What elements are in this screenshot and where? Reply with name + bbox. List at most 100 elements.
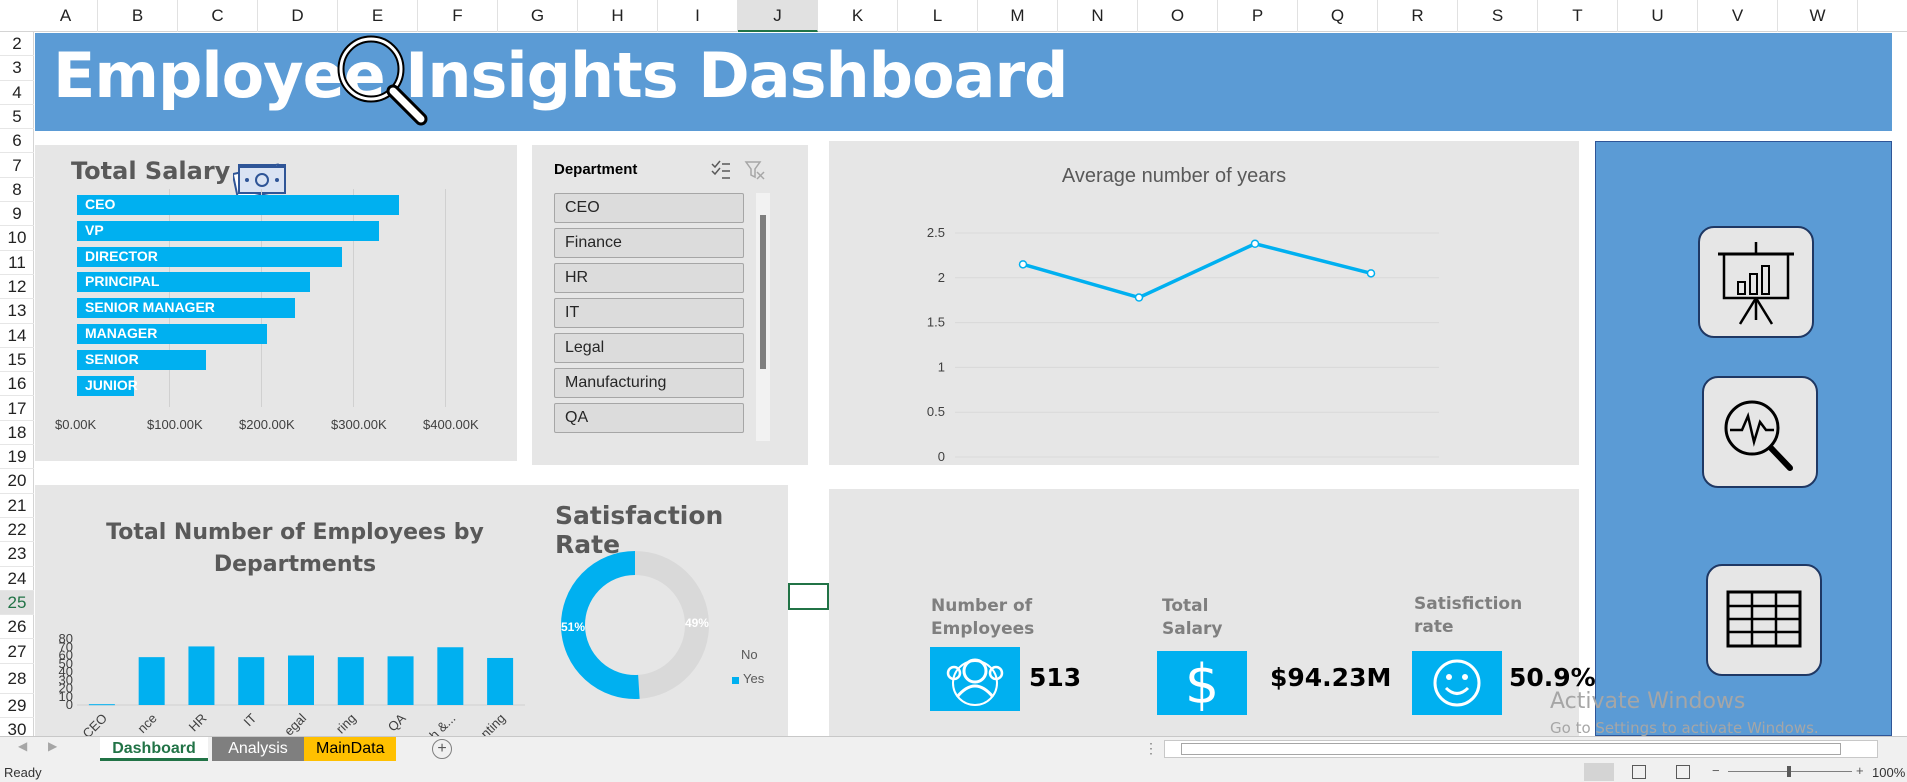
column-header-v[interactable]: V	[1698, 0, 1778, 32]
dashboard-title: Employee Insights Dashboard	[53, 39, 1068, 112]
nav-data-button[interactable]	[1706, 564, 1822, 676]
row-header-2[interactable]: 2	[0, 32, 34, 57]
column-header-m[interactable]: M	[978, 0, 1058, 32]
horizontal-scroll-thumb[interactable]	[1181, 743, 1841, 755]
slicer-item[interactable]: Legal	[554, 333, 744, 363]
page-break-icon[interactable]	[1676, 765, 1690, 779]
tab-splitter-icon[interactable]: ⋮	[1144, 740, 1158, 757]
column-header-u[interactable]: U	[1618, 0, 1698, 32]
row-header-10[interactable]: 10	[0, 226, 34, 251]
normal-view-icon[interactable]	[1584, 763, 1614, 781]
sheet-canvas[interactable]: Employee Insights Dashboard Total Salary…	[35, 33, 1907, 736]
slicer-item[interactable]: CEO	[554, 193, 744, 223]
row-header-18[interactable]: 18	[0, 421, 34, 446]
slicer-item[interactable]: Finance	[554, 228, 744, 258]
column-header-w[interactable]: W	[1778, 0, 1858, 32]
row-header-14[interactable]: 14	[0, 324, 34, 348]
column-header-n[interactable]: N	[1058, 0, 1138, 32]
row-header-19[interactable]: 19	[0, 445, 34, 470]
line-series	[1022, 241, 1372, 300]
column-header-o[interactable]: O	[1138, 0, 1218, 32]
row-header-26[interactable]: 26	[0, 615, 34, 640]
slicer-scroll-thumb[interactable]	[760, 215, 766, 369]
row-header-27[interactable]: 27	[0, 640, 34, 664]
legend-no: No	[741, 647, 758, 662]
row-header-20[interactable]: 20	[0, 469, 34, 494]
column-header-c[interactable]: C	[178, 0, 258, 32]
tab-analysis[interactable]: Analysis	[212, 737, 304, 761]
column-header-t[interactable]: T	[1538, 0, 1618, 32]
horizontal-scrollbar[interactable]	[1164, 740, 1878, 758]
zoom-in-icon[interactable]: +	[1856, 763, 1864, 778]
row-header-21[interactable]: 21	[0, 494, 34, 518]
row-header-22[interactable]: 22	[0, 518, 34, 543]
column-header-s[interactable]: S	[1458, 0, 1538, 32]
salary-x-tick: $300.00K	[331, 417, 387, 432]
slicer-item[interactable]: QA	[554, 403, 744, 433]
row-header-25[interactable]: 25	[0, 590, 34, 616]
column-header-k[interactable]: K	[818, 0, 898, 32]
tab-maindata[interactable]: MainData	[304, 737, 396, 761]
active-cell[interactable]	[788, 583, 829, 610]
row-header-24[interactable]: 24	[0, 567, 34, 591]
salary-x-tick: $0.00K	[55, 417, 97, 432]
clear-filter-icon[interactable]	[744, 159, 766, 181]
row-header-17[interactable]: 17	[0, 397, 34, 421]
column-header-h[interactable]: H	[578, 0, 658, 32]
column-header-l[interactable]: L	[898, 0, 978, 32]
slicer-item[interactable]: HR	[554, 263, 744, 293]
zoom-out-icon[interactable]: −	[1712, 763, 1720, 778]
row-header-3[interactable]: 3	[0, 56, 34, 81]
column-header-j[interactable]: J	[738, 0, 818, 32]
row-header-16[interactable]: 16	[0, 372, 34, 397]
nav-dashboard-button[interactable]	[1698, 226, 1814, 338]
row-header-28[interactable]: 28	[0, 664, 34, 694]
column-header-d[interactable]: D	[258, 0, 338, 32]
row-header-4[interactable]: 4	[0, 81, 34, 105]
row-header-15[interactable]: 15	[0, 348, 34, 373]
dept-x-tick: QA	[385, 710, 409, 734]
tab-scroll-right-icon[interactable]: ▶	[48, 739, 57, 753]
row-header-6[interactable]: 6	[0, 129, 34, 154]
column-header-r[interactable]: R	[1378, 0, 1458, 32]
column-header-q[interactable]: Q	[1298, 0, 1378, 32]
slicer-item[interactable]: Manufacturing	[554, 368, 744, 398]
salary-bar: SENIOR MANAGER	[77, 298, 296, 319]
row-header-5[interactable]: 5	[0, 105, 34, 130]
multi-select-icon[interactable]	[710, 159, 732, 181]
dept-y-tick: 0	[66, 697, 73, 712]
line-point	[1366, 269, 1376, 278]
salary-bar: JUNIOR	[77, 375, 138, 396]
tab-dashboard[interactable]: Dashboard	[100, 737, 208, 761]
dept-x-tick: ch &...	[422, 711, 459, 736]
line-y-tick: 0.5	[927, 404, 945, 419]
column-header-f[interactable]: F	[418, 0, 498, 32]
tab-scroll-left-icon[interactable]: ◀	[18, 739, 27, 753]
add-sheet-button[interactable]: +	[432, 739, 452, 759]
row-header-7[interactable]: 7	[0, 154, 34, 178]
column-header-b[interactable]: B	[98, 0, 178, 32]
row-header-13[interactable]: 13	[0, 299, 34, 324]
row-header-11[interactable]: 11	[0, 251, 34, 275]
nav-analysis-button[interactable]	[1702, 376, 1818, 488]
kpi-employees-label: Number of Employees	[931, 595, 1034, 641]
zoom-slider-thumb[interactable]	[1787, 766, 1791, 777]
column-header-a[interactable]: A	[34, 0, 98, 32]
column-header-p[interactable]: P	[1218, 0, 1298, 32]
slicer-item[interactable]: IT	[554, 298, 744, 328]
row-header-8[interactable]: 8	[0, 178, 34, 203]
dept-bar	[238, 657, 265, 705]
column-header-g[interactable]: G	[498, 0, 578, 32]
salary-bar: SENIOR	[77, 349, 206, 370]
row-header-12[interactable]: 12	[0, 275, 34, 300]
page-layout-icon[interactable]	[1632, 765, 1646, 779]
column-header-i[interactable]: I	[658, 0, 738, 32]
kpi-employees-label-1: Number of	[931, 596, 1033, 616]
row-header-23[interactable]: 23	[0, 542, 34, 567]
slicer-scrollbar[interactable]	[756, 193, 770, 441]
row-header-29[interactable]: 29	[0, 694, 34, 719]
column-header-e[interactable]: E	[338, 0, 418, 32]
avg-years-panel: Average number of years 2.521.510.502017…	[829, 141, 1579, 465]
nav-strip	[1595, 141, 1892, 736]
row-header-9[interactable]: 9	[0, 202, 34, 227]
